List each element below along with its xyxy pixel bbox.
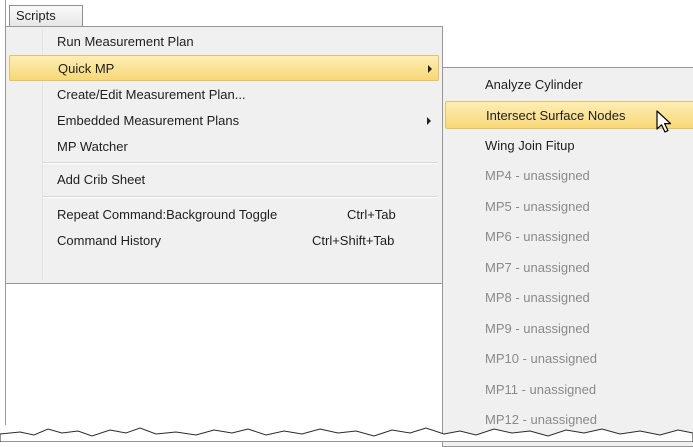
menu-item-shortcut: Ctrl+Shift+Tab: [312, 233, 395, 248]
menu-item-label: Repeat Command:Background Toggle: [57, 207, 278, 222]
submenu-item-label: MP11 - unassigned: [485, 382, 597, 397]
menu-separator-highlight: [43, 197, 438, 198]
submenu-item-label: MP4 - unassigned: [485, 168, 590, 183]
submenu-item-mp8[interactable]: MP8 - unassigned: [445, 284, 693, 312]
menu-item-run-measurement-plan[interactable]: Run Measurement Plan: [9, 29, 439, 55]
menu-item-label: Embedded Measurement Plans: [57, 113, 240, 128]
menu-separator-highlight: [43, 163, 438, 164]
torn-edge-decoration: [0, 427, 693, 442]
submenu-item-label: Wing Join Fitup: [485, 138, 575, 153]
submenu-item-label: MP6 - unassigned: [485, 229, 590, 244]
menu-item-embedded-measurement-plans[interactable]: Embedded Measurement Plans: [9, 108, 439, 134]
menu-item-label: Command History: [57, 233, 162, 248]
menu-item-add-crib-sheet[interactable]: Add Crib Sheet: [9, 167, 439, 193]
screenshot-frame: Scripts Run Measurement Plan Quick MP Cr…: [0, 0, 693, 447]
menu-item-shortcut: Ctrl+Tab: [347, 207, 396, 222]
submenu-item-mp9[interactable]: MP9 - unassigned: [445, 315, 693, 343]
submenu-item-mp10[interactable]: MP10 - unassigned: [445, 345, 693, 373]
submenu-item-mp7[interactable]: MP7 - unassigned: [445, 254, 693, 282]
menu-item-label: MP Watcher: [57, 139, 128, 154]
submenu-item-analyze-cylinder[interactable]: Analyze Cylinder: [445, 71, 693, 99]
submenu-item-mp5[interactable]: MP5 - unassigned: [445, 193, 693, 221]
submenu-item-label: Analyze Cylinder: [485, 77, 583, 92]
menu-bar: Scripts: [6, 0, 693, 26]
chevron-right-icon: [427, 117, 431, 125]
menu-item-command-history[interactable]: Command History Ctrl+Shift+Tab: [9, 228, 439, 254]
scripts-menu: Run Measurement Plan Quick MP Create/Edi…: [5, 26, 443, 284]
menu-item-create-edit-measurement-plan[interactable]: Create/Edit Measurement Plan...: [9, 82, 439, 108]
menu-item-label: Run Measurement Plan: [57, 34, 194, 49]
menu-bar-scripts[interactable]: Scripts: [9, 5, 83, 26]
mouse-pointer-icon: [656, 110, 672, 133]
submenu-item-label: Intersect Surface Nodes: [486, 108, 626, 123]
submenu-item-mp11[interactable]: MP11 - unassigned: [445, 376, 693, 404]
submenu-item-label: MP5 - unassigned: [485, 199, 590, 214]
submenu-item-mp6[interactable]: MP6 - unassigned: [445, 223, 693, 251]
menu-item-label: Create/Edit Measurement Plan...: [57, 87, 246, 102]
chevron-right-icon: [428, 65, 432, 73]
submenu-item-label: MP9 - unassigned: [485, 321, 590, 336]
menu-item-mp-watcher[interactable]: MP Watcher: [9, 134, 439, 160]
menu-item-label: Quick MP: [58, 61, 115, 76]
submenu-item-label: MP7 - unassigned: [485, 260, 590, 275]
menu-item-quick-mp[interactable]: Quick MP: [9, 55, 439, 81]
menu-item-repeat-command[interactable]: Repeat Command:Background Toggle Ctrl+Ta…: [9, 202, 439, 228]
submenu-item-wing-join-fitup[interactable]: Wing Join Fitup: [445, 132, 693, 160]
submenu-item-label: MP10 - unassigned: [485, 351, 598, 366]
menu-item-label: Add Crib Sheet: [57, 172, 146, 187]
menu-bar-scripts-label: Scripts: [16, 8, 56, 23]
submenu-item-mp4[interactable]: MP4 - unassigned: [445, 162, 693, 190]
submenu-item-label: MP8 - unassigned: [485, 290, 590, 305]
